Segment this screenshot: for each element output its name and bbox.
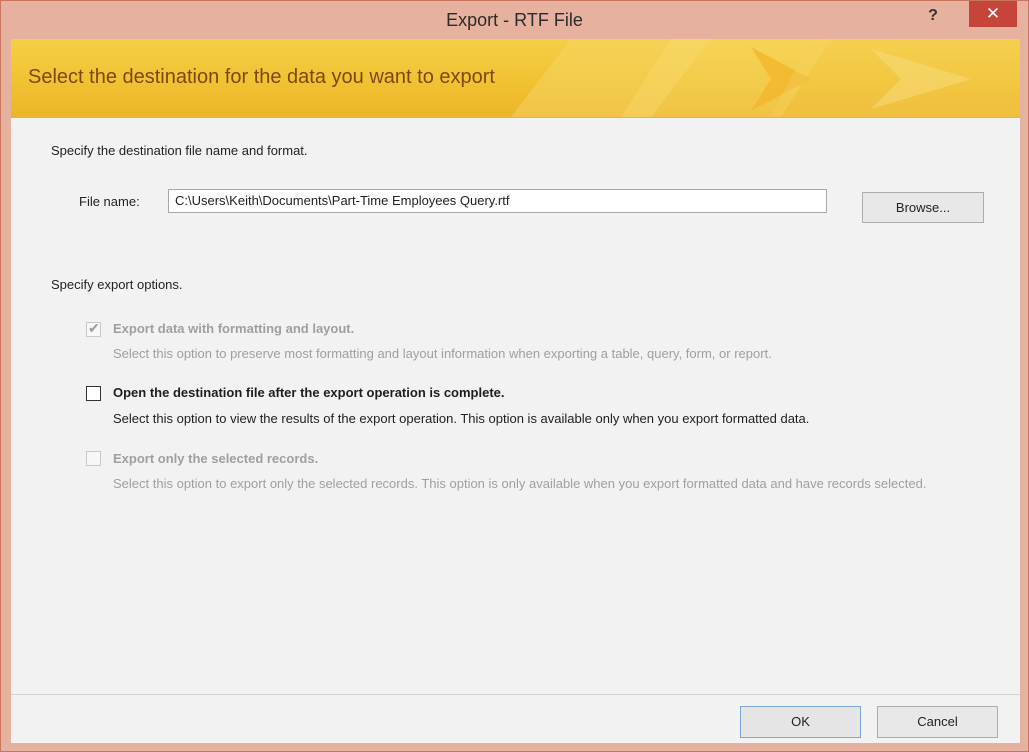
banner-divider [11, 117, 1020, 118]
export-formatting-title: Export data with formatting and layout. [113, 321, 355, 336]
file-name-label: File name: [79, 194, 140, 209]
browse-button[interactable]: Browse... [862, 192, 984, 223]
ok-button[interactable]: OK [740, 706, 861, 738]
file-name-input[interactable]: C:\Users\Keith\Documents\Part-Time Emplo… [168, 189, 827, 213]
cancel-button[interactable]: Cancel [877, 706, 998, 738]
options-heading: Specify export options. [51, 277, 183, 292]
header-banner: Select the destination for the data you … [11, 39, 1020, 117]
dialog-title: Export - RTF File [446, 10, 583, 30]
title-bar[interactable]: Export - RTF File ? ✕ [1, 1, 1028, 39]
open-destination-title: Open the destination file after the expo… [113, 385, 505, 400]
close-button[interactable]: ✕ [969, 1, 1017, 27]
open-destination-checkbox[interactable] [86, 386, 101, 401]
export-formatting-description: Select this option to preserve most form… [113, 346, 772, 361]
destination-heading: Specify the destination file name and fo… [51, 143, 308, 158]
export-formatting-checkbox[interactable]: ✔ [86, 320, 101, 337]
dialog-body: Select the destination for the data you … [11, 39, 1020, 743]
export-selected-checkbox[interactable] [86, 451, 101, 466]
help-button[interactable]: ? [913, 3, 953, 31]
export-rtf-dialog: Export - RTF File ? ✕ Select the destina… [0, 0, 1029, 752]
open-destination-description: Select this option to view the results o… [113, 411, 810, 426]
export-selected-title: Export only the selected records. [113, 451, 319, 466]
checkmark-icon: ✔ [88, 320, 100, 336]
banner-heading: Select the destination for the data you … [28, 66, 495, 88]
export-selected-description: Select this option to export only the se… [113, 476, 927, 491]
footer-divider [11, 694, 1020, 695]
